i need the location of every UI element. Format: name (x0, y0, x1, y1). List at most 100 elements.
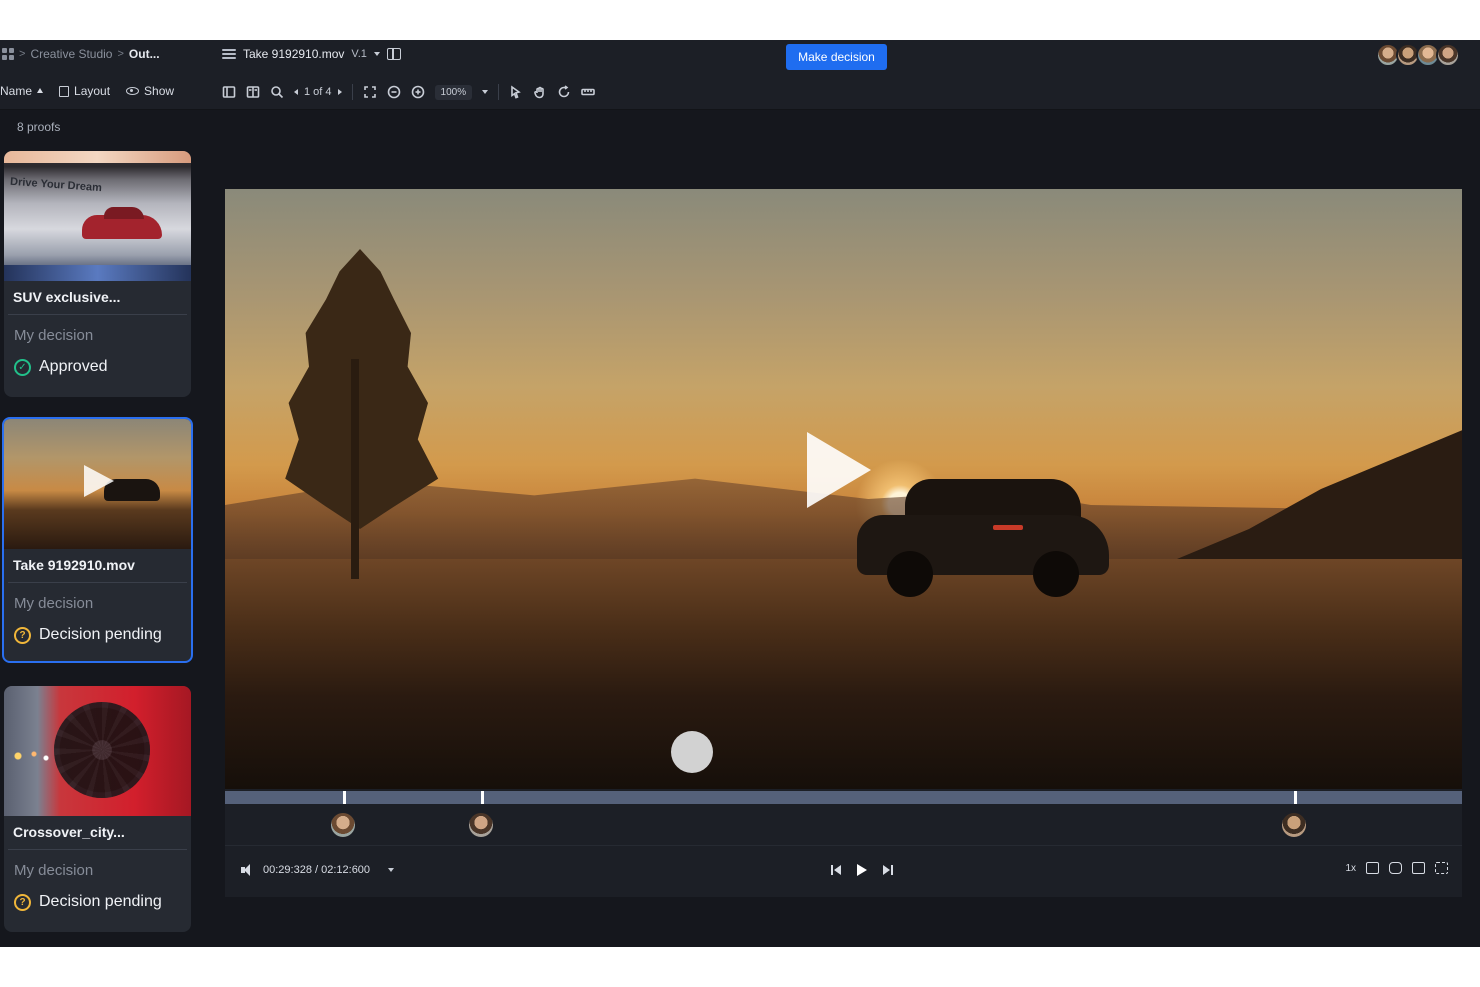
sidebar-toggle-icon[interactable] (222, 85, 236, 99)
proof-name: Take 9192910.mov (8, 549, 187, 583)
avatar[interactable] (1436, 43, 1460, 67)
zoom-out-icon[interactable] (387, 85, 401, 99)
chevron-down-icon[interactable] (482, 90, 489, 94)
proof-name: SUV exclusive... (8, 281, 187, 315)
light-beam (4, 151, 191, 163)
play-overlay-icon[interactable] (807, 432, 871, 508)
show-label: Show (144, 84, 175, 98)
playback-speed[interactable]: 1x (1345, 863, 1356, 874)
timeline-panel: 00:29:328 / 02:12:600 1x (225, 789, 1462, 897)
player-controls: 00:29:328 / 02:12:600 1x (225, 845, 1462, 897)
next-page-icon[interactable] (337, 89, 342, 95)
breadcrumb-folder[interactable]: Out... (129, 47, 160, 61)
file-title-bar: Take 9192910.mov V.1 (222, 47, 401, 61)
proof-card-selected[interactable]: Take 9192910.mov My decision ? Decision … (2, 417, 193, 663)
toolbar: Name Layout Show 1 of 4 100% (0, 74, 1480, 110)
volume-icon[interactable] (241, 864, 255, 876)
decision-status-text: Decision pending (39, 893, 162, 910)
proof-thumbnail: Drive Your Dream (4, 151, 191, 281)
video-canvas[interactable] (225, 189, 1462, 789)
proof-thumbnail (4, 419, 191, 549)
proof-count: 8 proofs (17, 120, 61, 134)
page-navigator: 1 of 4 (294, 86, 342, 98)
page-indicator: 1 of 4 (304, 86, 332, 98)
comment-marker[interactable] (481, 791, 484, 804)
tree-silhouette (285, 249, 439, 529)
play-icon[interactable] (857, 864, 867, 876)
decision-status: ? Decision pending (4, 612, 191, 644)
side-by-side-icon[interactable] (246, 85, 260, 99)
hand-icon[interactable] (533, 85, 547, 99)
sidebar-controls: Name Layout Show (0, 84, 174, 98)
fit-to-screen-icon[interactable] (363, 85, 377, 99)
zoom-in-icon[interactable] (411, 85, 425, 99)
skip-forward-icon[interactable] (883, 865, 893, 875)
chevron-down-icon[interactable] (373, 52, 380, 56)
sort-label: Name (0, 84, 33, 98)
decision-status-text: Decision pending (39, 626, 162, 643)
compare-icon[interactable] (386, 48, 401, 60)
viewer-tools: 1 of 4 100% (222, 84, 595, 100)
my-decision-label: My decision (14, 327, 94, 344)
transport-controls (831, 864, 893, 876)
play-icon[interactable] (84, 465, 114, 497)
comment-marker[interactable] (343, 791, 346, 804)
captions-icon[interactable] (1366, 862, 1379, 874)
tree-trunk (351, 359, 359, 579)
decision-status: ✓ Approved (4, 344, 191, 376)
player-options: 1x (1345, 862, 1448, 874)
make-decision-button[interactable]: Make decision (786, 44, 887, 70)
chevron-down-icon[interactable] (388, 868, 395, 872)
eye-icon (126, 87, 140, 95)
version-selector[interactable]: V.1 (351, 48, 367, 60)
pointer-icon[interactable] (509, 85, 523, 99)
divider (498, 84, 500, 100)
city-lights (10, 746, 50, 766)
wheel-shape (54, 702, 150, 798)
time-display-group: 00:29:328 / 02:12:600 (241, 864, 395, 876)
comment-avatar[interactable] (467, 811, 495, 839)
search-icon[interactable] (270, 85, 284, 99)
proof-card[interactable]: Drive Your Dream SUV exclusive... My dec… (4, 151, 191, 397)
my-decision-label: My decision (14, 862, 94, 879)
picture-in-picture-icon[interactable] (1412, 862, 1425, 874)
ruler-icon[interactable] (581, 85, 595, 99)
time-display: 00:29:328 / 02:12:600 (263, 864, 371, 876)
decision-status-text: Approved (39, 358, 108, 375)
menu-icon[interactable] (222, 49, 236, 59)
floor-shape (4, 265, 191, 281)
chevron-right-icon: > (19, 48, 26, 60)
grass-field (225, 559, 1462, 789)
decision-status: ? Decision pending (4, 879, 191, 911)
app-window: > Creative Studio > Out... Take 9192910.… (0, 40, 1480, 947)
zoom-level[interactable]: 100% (434, 84, 473, 100)
loop-icon[interactable] (1389, 862, 1402, 874)
billboard-text: Drive Your Dream (9, 175, 103, 195)
sort-ascending-icon (37, 87, 44, 93)
proof-card[interactable]: Crossover_city... My decision ? Decision… (4, 686, 191, 932)
car-shape (82, 207, 162, 239)
divider (351, 84, 353, 100)
cursor-indicator (671, 731, 713, 773)
rotate-icon[interactable] (557, 85, 571, 99)
proof-name: Crossover_city... (8, 816, 187, 850)
comment-avatar[interactable] (329, 811, 357, 839)
apps-grid-icon[interactable] (2, 48, 14, 60)
breadcrumb-workspace[interactable]: Creative Studio (30, 47, 112, 61)
suv-wheel (1033, 551, 1079, 597)
top-bar: > Creative Studio > Out... Take 9192910.… (0, 40, 1480, 74)
comment-avatar[interactable] (1280, 811, 1308, 839)
chevron-right-icon: > (117, 48, 124, 60)
comment-marker[interactable] (1294, 791, 1297, 804)
skip-back-icon[interactable] (831, 865, 841, 875)
previous-page-icon[interactable] (294, 89, 298, 95)
show-button[interactable]: Show (126, 84, 174, 98)
question-circle-icon: ? (14, 626, 31, 644)
sort-button[interactable]: Name (0, 84, 44, 98)
suv-silhouette (857, 479, 1109, 597)
collaborator-avatars (1376, 43, 1460, 67)
fullscreen-icon[interactable] (1435, 862, 1448, 874)
timeline-scrubber[interactable] (225, 791, 1462, 804)
my-decision-label: My decision (14, 595, 94, 612)
layout-button[interactable]: Layout (59, 84, 110, 98)
